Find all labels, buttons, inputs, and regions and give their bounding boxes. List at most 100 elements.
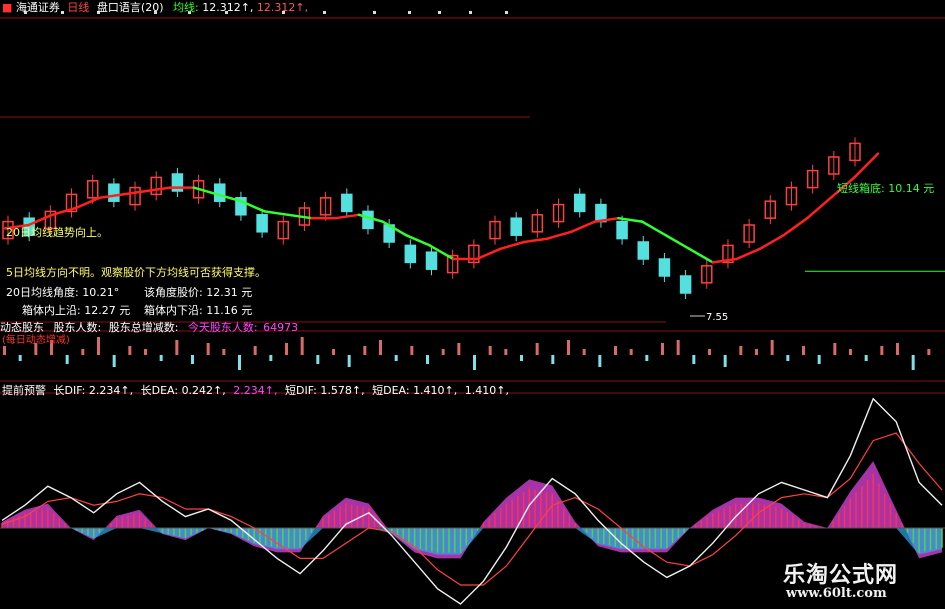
holders-bar xyxy=(614,346,617,355)
formula-name[interactable]: 盘口语言(20) xyxy=(97,1,164,14)
holders-bar xyxy=(676,340,680,355)
ma-segment xyxy=(263,210,290,217)
holders-bar xyxy=(65,355,69,364)
holders-bar xyxy=(238,355,241,370)
holders-bar xyxy=(598,355,602,367)
candle-body xyxy=(108,183,120,202)
ma-segment xyxy=(758,233,785,251)
holders-bar xyxy=(833,343,837,355)
holders-bar xyxy=(739,346,743,355)
long-dif-2: 2.234↑, xyxy=(233,384,278,397)
holders-bar xyxy=(880,346,884,355)
macd-title: 提前预警 xyxy=(2,384,46,397)
holders-bar xyxy=(629,349,633,355)
holders-bar xyxy=(645,355,649,361)
header-bar: ■ 海通证券 日线 盘口语言(20) 均线: 12.312↑, 12.312↑, xyxy=(2,1,308,14)
ma-value: 12.312↑, xyxy=(202,1,254,14)
header-marker xyxy=(469,11,472,14)
note-box-bottom: 箱体内下沿: 11.16 元 xyxy=(144,304,253,317)
short-dif: 短DIF: 1.578↑, xyxy=(285,384,365,397)
holders-bar xyxy=(567,340,570,355)
holders-bar xyxy=(708,349,711,355)
ma-segment xyxy=(570,220,597,234)
holders-bar xyxy=(316,355,320,364)
short-dea: 短DEA: 1.410↑, xyxy=(372,384,458,397)
ma-segment xyxy=(687,247,715,264)
ma-segment xyxy=(475,247,502,261)
low-marker: 7.55 xyxy=(706,312,729,323)
holders-bar xyxy=(410,346,414,355)
holders-bar xyxy=(692,355,696,364)
holders-bar xyxy=(755,349,758,355)
holders-bar xyxy=(488,346,492,355)
ma-segment xyxy=(522,237,549,244)
app-icon: ■ xyxy=(2,1,13,14)
holders-bar xyxy=(896,343,899,355)
ma-segment xyxy=(664,233,691,251)
holders-bar xyxy=(332,349,335,355)
holders-bar xyxy=(927,349,931,355)
candle-body xyxy=(362,210,374,230)
holders-bar xyxy=(379,340,382,355)
ma-segment xyxy=(640,220,667,237)
ma-segment xyxy=(334,213,361,220)
holders-bar xyxy=(849,349,852,355)
ma-segment xyxy=(853,152,880,179)
holders-bar xyxy=(191,355,194,364)
header-marker xyxy=(438,11,441,14)
ma-segment xyxy=(735,247,762,261)
holders-bar xyxy=(457,343,461,355)
holders-header: 动态股东 股东人数: 股东总增减数: 今天股东人数: 64973 xyxy=(0,321,298,334)
holders-bar xyxy=(253,346,257,355)
candle-body xyxy=(214,183,226,202)
holders-bar xyxy=(363,346,367,355)
ma-segment xyxy=(805,196,833,220)
holders-bar xyxy=(661,343,664,355)
long-dif: 长DIF: 2.234↑, xyxy=(53,384,134,397)
holders-bar xyxy=(144,349,147,355)
holders-bar xyxy=(582,349,586,355)
long-dea: 长DEA: 0.242↑, xyxy=(140,384,226,397)
note-angle-price: 该角度股价: 12.31 元 xyxy=(144,286,253,299)
ma-value-2: 12.312↑, xyxy=(256,1,309,14)
ma-label: 均线: xyxy=(173,1,199,14)
candle-body xyxy=(510,217,522,236)
holders-bar xyxy=(175,340,179,355)
candle-body xyxy=(658,258,671,277)
holders-bar xyxy=(3,346,6,355)
box-bottom-label: 短线箱底: 10.14 元 xyxy=(837,182,935,195)
candle-body xyxy=(573,193,586,213)
holders-bar xyxy=(864,355,868,361)
holders-bar xyxy=(18,355,22,361)
macd-area xyxy=(2,461,942,559)
candle-body xyxy=(425,251,438,270)
holders-bar xyxy=(504,349,508,355)
holders-bar xyxy=(128,346,132,355)
header-marker xyxy=(505,11,508,14)
ma-segment xyxy=(121,189,148,196)
holders-bars xyxy=(3,337,931,370)
ma-segment xyxy=(74,196,101,210)
holders-bar xyxy=(520,355,523,361)
holders-title: 动态股东 xyxy=(0,321,44,334)
period-label[interactable]: 日线 xyxy=(67,1,89,14)
ma-segment xyxy=(499,240,526,251)
stock-chart xyxy=(0,11,945,605)
holders-bar xyxy=(394,355,398,361)
ma-segment xyxy=(286,213,313,220)
short-dea-2: 1.410↑, xyxy=(464,384,509,397)
ma-segment xyxy=(145,186,172,193)
note-box-top: 箱体内上沿: 12.27 元 xyxy=(22,304,131,317)
holders-bar xyxy=(723,355,727,367)
candle-body xyxy=(637,241,649,260)
candle-body xyxy=(256,214,268,233)
holders-bar xyxy=(551,355,555,364)
holders-bar xyxy=(911,355,915,370)
holders-bar xyxy=(97,337,100,355)
holders-bar xyxy=(159,355,163,361)
holders-bar xyxy=(802,346,805,355)
watermark-url: www.60lt.com xyxy=(786,586,887,601)
ma-segment xyxy=(782,216,809,237)
holders-count-label: 股东人数: xyxy=(53,321,102,334)
holders-bar xyxy=(473,355,476,370)
